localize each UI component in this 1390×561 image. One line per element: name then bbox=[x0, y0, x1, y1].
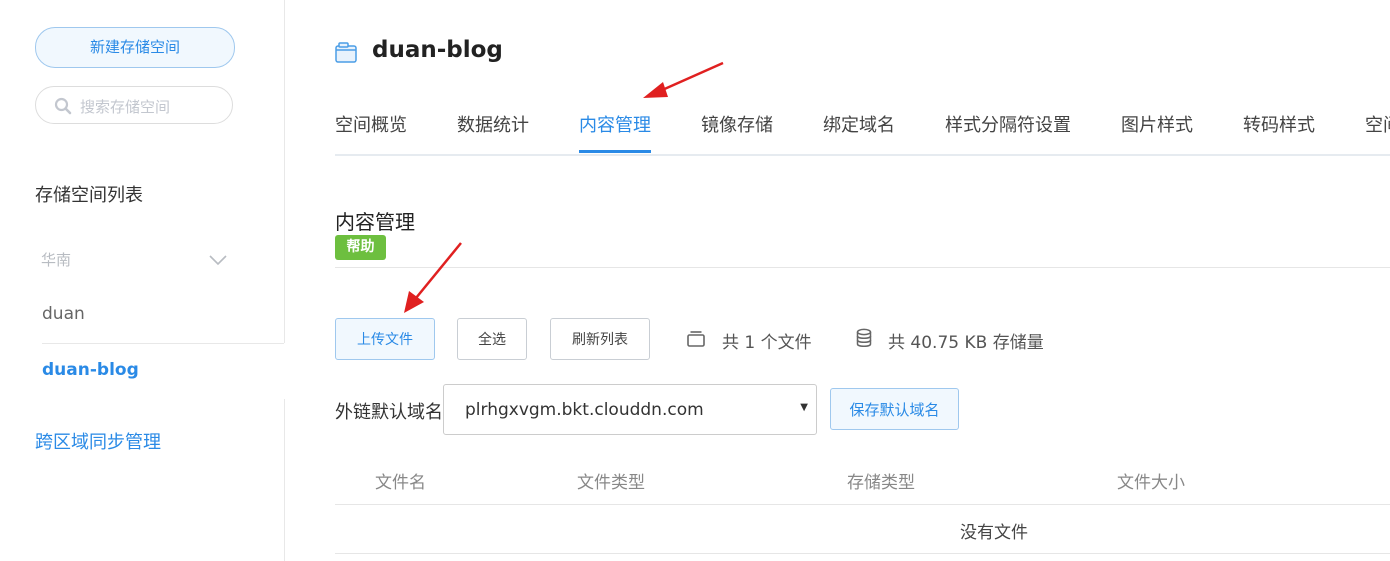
caret-down-icon: ▼ bbox=[800, 402, 808, 413]
sidebar: 新建存储空间 搜索存储空间 存储空间列表 华南 duan duan-blog 跨… bbox=[0, 0, 285, 561]
storage-usage: 共 40.75 KB 存储量 bbox=[888, 333, 1044, 353]
section-title: 内容管理 bbox=[335, 210, 415, 234]
tab-mirror-storage[interactable]: 镜像存储 bbox=[701, 111, 773, 137]
default-domain-label: 外链默认域名 bbox=[335, 402, 443, 423]
region-label[interactable]: 华南 bbox=[41, 249, 71, 270]
search-input[interactable]: 搜索存储空间 bbox=[35, 86, 233, 124]
annotation-arrow-upload bbox=[404, 242, 462, 313]
table-header-filetype[interactable]: 文件类型 bbox=[577, 468, 645, 493]
search-icon bbox=[54, 97, 72, 119]
help-badge[interactable]: 帮助 bbox=[335, 235, 386, 260]
bucket-item-duan[interactable]: duan bbox=[42, 304, 85, 324]
tab-transcode-style[interactable]: 转码样式 bbox=[1243, 111, 1315, 137]
bucket-item-duan-blog[interactable]: duan-blog bbox=[42, 360, 139, 380]
page-title: duan-blog bbox=[372, 37, 503, 63]
tab-bind-domain[interactable]: 绑定域名 bbox=[823, 111, 895, 137]
annotation-arrow-tab bbox=[643, 61, 724, 98]
selected-domain: plrhgxvgm.bkt.clouddn.com bbox=[465, 400, 704, 420]
table-header-divider bbox=[335, 504, 1390, 505]
tab-content-management[interactable]: 内容管理 bbox=[579, 111, 651, 137]
default-domain-select[interactable]: plrhgxvgm.bkt.clouddn.com ▼ bbox=[443, 384, 817, 435]
tab-image-style[interactable]: 图片样式 bbox=[1121, 111, 1193, 137]
bucket-list-title: 存储空间列表 bbox=[35, 185, 143, 206]
tab-overview[interactable]: 空间概览 bbox=[335, 111, 407, 137]
tab-space-more[interactable]: 空间 bbox=[1365, 111, 1390, 137]
empty-table-message: 没有文件 bbox=[960, 523, 1028, 543]
refresh-list-button[interactable]: 刷新列表 bbox=[550, 318, 650, 360]
search-placeholder: 搜索存储空间 bbox=[80, 98, 171, 116]
select-all-button[interactable]: 全选 bbox=[457, 318, 527, 360]
new-bucket-button[interactable]: 新建存储空间 bbox=[35, 27, 235, 68]
section-divider bbox=[335, 267, 1390, 268]
table-bottom-divider bbox=[335, 553, 1390, 554]
table-header-storagetype[interactable]: 存储类型 bbox=[847, 468, 915, 493]
active-tab-underline bbox=[579, 150, 651, 153]
divider bbox=[42, 343, 284, 344]
cross-region-sync-link[interactable]: 跨区域同步管理 bbox=[35, 428, 161, 454]
active-item-connector bbox=[284, 343, 286, 399]
files-icon bbox=[686, 329, 706, 351]
tab-bar: 空间概览 数据统计 内容管理 镜像存储 绑定域名 样式分隔符设置 图片样式 转码… bbox=[335, 108, 1390, 156]
file-count: 共 1 个文件 bbox=[722, 333, 812, 353]
tab-style-separator[interactable]: 样式分隔符设置 bbox=[945, 111, 1071, 137]
table-header-filename[interactable]: 文件名 bbox=[375, 468, 426, 493]
bucket-icon bbox=[335, 42, 357, 68]
upload-file-button[interactable]: 上传文件 bbox=[335, 318, 435, 360]
chevron-down-icon[interactable] bbox=[208, 251, 228, 270]
database-icon bbox=[856, 328, 872, 352]
tab-statistics[interactable]: 数据统计 bbox=[457, 111, 529, 137]
table-header-filesize[interactable]: 文件大小 bbox=[1117, 468, 1185, 493]
save-default-domain-button[interactable]: 保存默认域名 bbox=[830, 388, 959, 430]
